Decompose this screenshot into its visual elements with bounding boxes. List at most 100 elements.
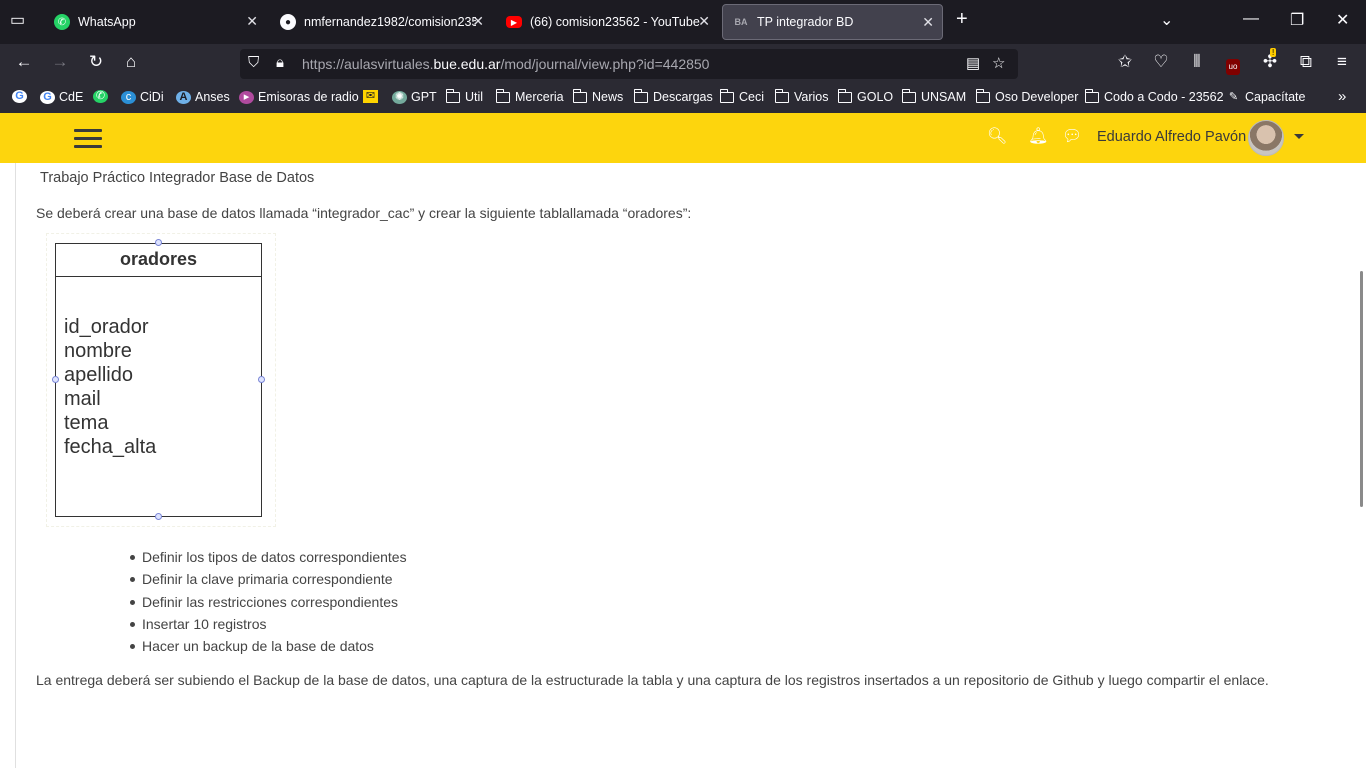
extensions-puzzle-icon[interactable]: ⧉	[1294, 52, 1318, 72]
entity-field: tema	[64, 412, 109, 434]
resize-handle	[52, 376, 59, 383]
messages-chat-icon[interactable]: 💬︎	[1062, 126, 1082, 146]
close-tab-icon[interactable]: ✕	[472, 13, 484, 30]
tab-overview-icon[interactable]: ▭	[10, 10, 25, 30]
entity-name: oradores	[56, 244, 261, 277]
bookmarks-star-icon[interactable]: ✩	[1113, 52, 1137, 72]
bookmark-folder-util[interactable]: Util	[445, 88, 483, 104]
bookmark-cde[interactable]: G CdE	[40, 90, 83, 104]
list-item: Definir la clave primaria correspondient…	[130, 570, 407, 592]
pocket-icon[interactable]: ♡	[1149, 52, 1173, 72]
anses-icon: A	[176, 90, 191, 104]
entity-field: mail	[64, 388, 101, 410]
list-tabs-icon[interactable]: ⌄	[1160, 10, 1173, 30]
ublock-icon[interactable]: uo	[1221, 54, 1245, 75]
restore-icon[interactable]: ❐	[1290, 10, 1304, 30]
url-text[interactable]: https://aulasvirtuales.bue.edu.ar/mod/jo…	[302, 56, 709, 72]
bookmark-gpt[interactable]: ✺ GPT	[392, 90, 437, 104]
folder-icon	[495, 88, 510, 103]
bookmark-folder-unsam[interactable]: UNSAM	[901, 88, 966, 104]
back-icon[interactable]: ←	[12, 52, 36, 72]
resize-handle	[155, 513, 162, 520]
intro-paragraph: Se deberá crear una base de datos llamad…	[36, 205, 692, 221]
folder-icon	[445, 88, 460, 103]
folder-icon	[774, 88, 789, 103]
extension-icon[interactable]: ✣!	[1258, 48, 1282, 72]
radio-icon: ▸	[239, 90, 254, 104]
library-icon[interactable]: ⫴	[1185, 52, 1209, 72]
site-header: 🔍︎ 🔔︎ 💬︎ Eduardo Alfredo Pavón	[0, 113, 1366, 163]
ba-icon: BA	[734, 17, 748, 27]
folder-icon	[901, 88, 916, 103]
close-tab-icon[interactable]: ✕	[698, 13, 710, 30]
tab-whatsapp[interactable]: ✆ WhatsApp ✕	[44, 4, 266, 40]
whatsapp-icon: ✆	[93, 90, 108, 103]
bookmark-folder-ceci[interactable]: Ceci	[719, 88, 764, 104]
forward-icon[interactable]: →	[48, 52, 72, 72]
bookmark-google[interactable]: G	[12, 90, 31, 103]
tab-github[interactable]: ● nmfernandez1982/comision235 ✕	[270, 4, 492, 40]
list-item: Hacer un backup de la base de datos	[130, 637, 407, 659]
entity-fields: id_orador nombre apellido mail tema fech…	[56, 277, 261, 459]
whatsapp-icon: ✆	[54, 14, 70, 30]
tab-youtube[interactable]: ▶ (66) comision23562 - YouTube ✕	[496, 4, 718, 40]
user-menu-caret-icon[interactable]	[1294, 134, 1304, 139]
tab-bar: ▭ ✆ WhatsApp ✕ ● nmfernandez1982/comisio…	[0, 0, 1366, 44]
bookmark-folder-descargas[interactable]: Descargas	[633, 88, 713, 104]
list-item: Definir las restricciones correspondient…	[130, 593, 407, 615]
search-icon[interactable]: 🔍︎	[987, 126, 1007, 146]
more-bookmarks-icon[interactable]: »	[1338, 88, 1346, 105]
page-scrollbar[interactable]	[1360, 271, 1363, 507]
tab-title: WhatsApp	[78, 15, 136, 29]
task-list: Definir los tipos de datos correspondien…	[130, 548, 407, 659]
resize-handle	[155, 239, 162, 246]
entity-field: id_orador	[64, 316, 149, 338]
minimize-icon[interactable]: —	[1243, 10, 1259, 28]
bookmark-star-icon[interactable]: ☆	[992, 54, 1005, 72]
bookmark-whatsapp[interactable]: ✆	[93, 90, 112, 103]
folder-icon	[837, 88, 852, 103]
hamburger-menu-icon[interactable]	[74, 129, 102, 149]
bookmark-mail[interactable]: ✉	[363, 90, 382, 103]
home-icon[interactable]: ⌂	[119, 52, 143, 72]
bookmark-folder-codo-a-codo[interactable]: Codo a Codo - 23562	[1084, 88, 1224, 104]
page-title: Trabajo Práctico Integrador Base de Dato…	[40, 170, 315, 186]
bookmark-cidi[interactable]: c CiDi	[121, 90, 164, 104]
address-bar[interactable]: ⛉ 🔒︎ https://aulasvirtuales.bue.edu.ar/m…	[240, 49, 1018, 79]
folder-icon	[975, 88, 990, 103]
tab-tp-integrador[interactable]: BA TP integrador BD ✕	[722, 4, 943, 40]
list-item: Insertar 10 registros	[130, 615, 407, 637]
new-tab-icon[interactable]: +	[956, 8, 968, 31]
bookmark-folder-varios[interactable]: Varios	[774, 88, 829, 104]
cidi-icon: c	[121, 90, 136, 104]
navigation-toolbar: ← → ↻ ⌂ ⛉ 🔒︎ https://aulasvirtuales.bue.…	[0, 44, 1366, 84]
notifications-bell-icon[interactable]: 🔔︎	[1028, 126, 1048, 146]
avatar[interactable]	[1248, 120, 1284, 156]
menu-icon[interactable]: ≡	[1330, 52, 1354, 72]
bookmark-anses[interactable]: A Anses	[176, 90, 230, 104]
entity-field: fecha_alta	[64, 436, 157, 458]
reader-view-icon[interactable]: ▤	[966, 54, 980, 72]
reload-icon[interactable]: ↻	[84, 52, 108, 72]
user-name[interactable]: Eduardo Alfredo Pavón	[1097, 129, 1246, 145]
bookmark-emisoras[interactable]: ▸ Emisoras de radio	[239, 90, 359, 104]
folder-icon	[633, 88, 648, 103]
github-icon: ●	[280, 14, 296, 30]
close-window-icon[interactable]: ✕	[1336, 10, 1349, 30]
bookmark-folder-news[interactable]: News	[572, 88, 623, 104]
closing-paragraph: La entrega deberá ser subiendo el Backup…	[36, 672, 1269, 688]
lock-icon[interactable]: 🔒︎	[276, 54, 284, 71]
bookmarks-toolbar: G G CdE ✆ c CiDi A Anses ▸ Emisoras de radio…	[0, 84, 1366, 113]
close-tab-icon[interactable]: ✕	[246, 13, 258, 30]
close-tab-icon[interactable]: ✕	[922, 14, 934, 31]
bookmark-folder-merceria[interactable]: Merceria	[495, 88, 564, 104]
bookmark-capacitate[interactable]: ✎ Capacítate	[1226, 90, 1306, 104]
chatgpt-icon: ✺	[392, 90, 407, 104]
edit-note-icon: ✎	[1228, 90, 1239, 103]
folder-icon	[572, 88, 587, 103]
bookmark-folder-oso-developer[interactable]: Oso Developer	[975, 88, 1078, 104]
folder-icon	[719, 88, 734, 103]
shield-icon[interactable]: ⛉	[248, 54, 259, 71]
bookmark-folder-golo[interactable]: GOLO	[837, 88, 893, 104]
tab-title: TP integrador BD	[757, 15, 854, 29]
